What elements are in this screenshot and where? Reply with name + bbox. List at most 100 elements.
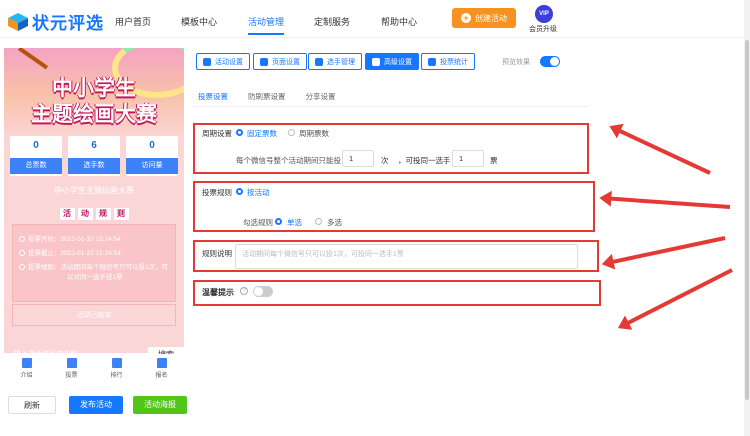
rules-char: 动: [77, 208, 93, 220]
tab-advanced-settings[interactable]: 高级设置: [365, 53, 419, 70]
radio-by-activity[interactable]: [236, 188, 243, 195]
rules-char: 规: [95, 208, 111, 220]
sliders-icon: [372, 57, 380, 66]
bottom-nav-label: 投票: [65, 373, 78, 379]
stats-row: 0 总票数 6 选手数 0 访问量: [10, 136, 178, 176]
radio-cycle-votes[interactable]: [288, 129, 295, 136]
preview-toggle[interactable]: [540, 56, 560, 67]
refresh-button[interactable]: 刷新: [8, 396, 56, 414]
votes-per-player-input[interactable]: 1: [452, 150, 484, 167]
subtab-share-settings[interactable]: 分享设置: [306, 91, 336, 107]
stat-label: 总票数: [10, 158, 62, 174]
tab-player-management[interactable]: 选手管理: [308, 53, 362, 70]
nav-help-center[interactable]: 帮助中心: [381, 15, 417, 28]
rules-heading: 活 动 规 则: [49, 208, 139, 220]
arrow-4: [624, 268, 733, 327]
option-cycle-votes[interactable]: 周期票数: [299, 128, 329, 139]
user-add-icon: [156, 358, 167, 368]
logo[interactable]: 状元评选: [8, 9, 104, 34]
toggle-knob: [550, 57, 559, 66]
rule-label: 投票规则: [202, 188, 232, 197]
votes-count-input[interactable]: 1: [342, 150, 374, 167]
arrow-3: [609, 236, 726, 265]
page-scrollbar[interactable]: [744, 0, 750, 436]
empty-text: 活动已结束: [76, 312, 112, 319]
select-label: 勾选规则: [243, 218, 273, 227]
brush-decoration: [17, 48, 49, 70]
bottom-nav-intro[interactable]: 介绍: [4, 354, 49, 384]
votes-prefix: 每个微信号整个活动期间只能投: [236, 156, 341, 165]
rules-char: 活: [59, 208, 75, 220]
arrow-2: [607, 196, 731, 209]
preview-bottom-nav: 介绍 投票 排行 报名: [4, 354, 184, 384]
list-icon: [21, 358, 32, 368]
rule-line: 投票开始：2021-01-10 15:24:54: [19, 235, 121, 244]
option-fixed-votes[interactable]: 固定票数: [247, 128, 277, 139]
bottom-nav-label: 排行: [110, 373, 123, 379]
publish-activity-button[interactable]: 发布活动: [69, 396, 123, 414]
stat-total-votes: 0 总票数: [10, 136, 62, 176]
stat-label: 选手数: [68, 158, 120, 174]
option-by-activity[interactable]: 按活动: [247, 187, 270, 198]
votes-unit: 次: [381, 156, 389, 165]
tip-toggle[interactable]: [253, 286, 273, 297]
votes-unit2: 票: [490, 156, 498, 165]
subtab-vote-settings[interactable]: 投票设置: [198, 91, 228, 107]
tab-activity-settings[interactable]: 活动设置: [196, 53, 250, 70]
option-single[interactable]: 单选: [287, 217, 302, 228]
vip-upgrade[interactable]: VIP 会员升级: [529, 5, 557, 33]
bar-chart-icon: [428, 57, 436, 66]
votes-mid: ，可投同一选手: [398, 156, 451, 165]
stat-label: 访问量: [126, 158, 178, 174]
bottom-nav-vote[interactable]: 投票: [49, 354, 94, 384]
help-icon[interactable]: ?: [240, 287, 248, 295]
cycle-label: 周期设置: [202, 129, 232, 138]
nav-user-home[interactable]: 用户首页: [115, 15, 151, 28]
create-activity-label: 创建活动: [475, 13, 507, 23]
subtabs: 投票设置 防刷票设置 分享设置: [198, 91, 336, 107]
nav-template-center[interactable]: 模板中心: [181, 15, 217, 28]
info-icon: [19, 264, 25, 270]
vip-label: 会员升级: [529, 26, 557, 33]
nav-custom-service[interactable]: 定制服务: [314, 15, 350, 28]
users-icon: [315, 57, 323, 66]
rule-line: 投票规则：活动期间每个微信号只可以投1次，可: [19, 263, 168, 272]
clock-icon: [19, 250, 25, 256]
option-multiple[interactable]: 多选: [327, 217, 342, 228]
plus-icon: +: [461, 13, 471, 23]
cube-logo-icon: [8, 12, 28, 31]
bottom-nav-label: 介绍: [20, 373, 33, 379]
desc-label: 规则说明: [202, 249, 232, 258]
banner-title-line2: 主题绘画大赛: [31, 103, 157, 126]
rule-line: 以对同一选手投1票: [67, 274, 123, 281]
radio-fixed-votes[interactable]: [236, 129, 243, 136]
bottom-nav-label: 报名: [155, 373, 168, 379]
flag-icon: [66, 358, 77, 368]
rule-description-textarea[interactable]: 活动期间每个微信号只可以投1次，可投同一选手1票: [235, 244, 578, 269]
tab-page-settings[interactable]: 页面设置: [253, 53, 307, 70]
gear-icon: [260, 57, 268, 66]
bottom-nav-signup[interactable]: 报名: [139, 354, 184, 384]
gear-icon: [203, 57, 211, 66]
activity-title: 中小学生主题绘画大赛: [54, 186, 134, 195]
stat-players: 6 选手数: [68, 136, 120, 176]
top-bar: 状元评选 用户首页 模板中心 活动管理 定制服务 帮助中心 + 创建活动 VIP…: [0, 0, 750, 38]
nav-activity-management[interactable]: 活动管理: [248, 15, 285, 35]
tabs-divider: [193, 106, 588, 107]
preview-banner: 中小学生 主题绘画大赛: [4, 48, 184, 140]
create-activity-button[interactable]: + 创建活动: [452, 8, 516, 28]
radio-multiple[interactable]: [315, 218, 322, 225]
logo-text: 状元评选: [32, 14, 104, 33]
stat-value: 0: [33, 140, 39, 151]
stat-value: 0: [149, 140, 155, 151]
tab-vote-statistics[interactable]: 投票统计: [421, 53, 475, 70]
arrow-1: [615, 127, 711, 175]
bottom-nav-ranking[interactable]: 排行: [94, 354, 139, 384]
activity-poster-button[interactable]: 活动海报: [133, 396, 187, 414]
radio-single[interactable]: [275, 218, 282, 225]
rules-char: 则: [113, 208, 129, 220]
subtab-anti-fraud[interactable]: 防刷票设置: [248, 91, 286, 107]
scrollbar-thumb[interactable]: [745, 40, 749, 400]
preview-label: 预览效果: [502, 59, 530, 66]
toggle-knob: [254, 287, 263, 296]
